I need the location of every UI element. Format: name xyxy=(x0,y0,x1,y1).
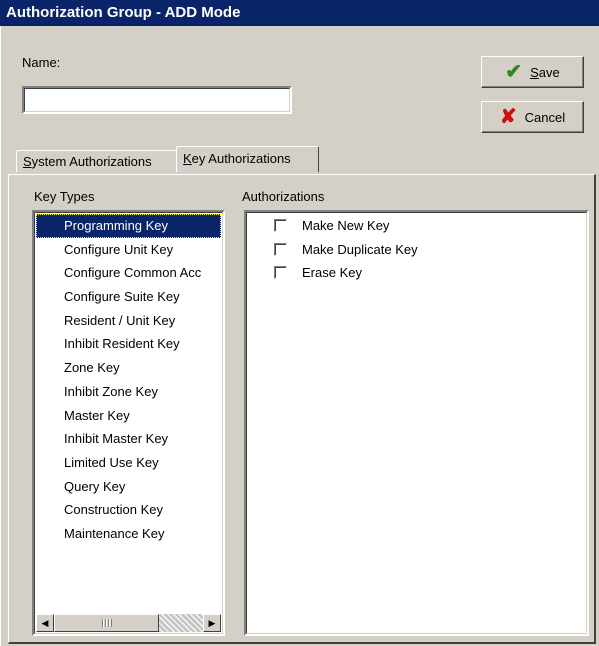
checkbox[interactable] xyxy=(274,266,287,280)
list-item[interactable]: Resident / Unit Key xyxy=(36,309,221,333)
checkbox-label: Make Duplicate Key xyxy=(302,241,418,257)
checkbox-label: Make New Key xyxy=(302,218,390,233)
tab-panel: Key Types Authorizations Programming Key… xyxy=(8,174,596,644)
window-border xyxy=(0,26,4,646)
list-item[interactable]: Configure Suite Key xyxy=(36,285,221,309)
save-button[interactable]: ✔ Save xyxy=(481,56,584,88)
x-icon: ✘ xyxy=(499,106,517,128)
list-item[interactable]: Construction Key xyxy=(36,498,221,522)
save-label: Save xyxy=(530,64,560,80)
list-item[interactable]: Inhibit Master Key xyxy=(36,427,221,451)
list-item[interactable]: Maintenance Key xyxy=(36,522,221,546)
checkbox[interactable] xyxy=(274,219,287,233)
tab-system-authorizations[interactable]: System Authorizations xyxy=(16,150,178,172)
key-types-items: Programming Key Configure Unit Key Confi… xyxy=(36,214,221,546)
tab-key-authorizations[interactable]: Key Authorizations xyxy=(176,146,319,172)
name-input[interactable] xyxy=(22,86,292,114)
auth-make-duplicate-key[interactable]: Make Duplicate Key xyxy=(248,238,585,262)
list-item[interactable]: Query Key xyxy=(36,475,221,499)
list-item[interactable]: Inhibit Zone Key xyxy=(36,380,221,404)
checkbox-label: Erase Key xyxy=(302,265,362,280)
list-item[interactable]: Configure Common Acc xyxy=(36,261,221,285)
authorizations-items: Make New Key Make Duplicate Key Erase Ke… xyxy=(248,214,585,285)
grip-icon xyxy=(101,619,112,627)
checkmark-icon: ✔ xyxy=(505,61,523,83)
auth-erase-key[interactable]: Erase Key xyxy=(248,261,585,285)
key-types-header: Key Types xyxy=(34,189,95,204)
scroll-thumb[interactable] xyxy=(54,614,159,632)
horizontal-scrollbar[interactable]: ◀ ▶ xyxy=(36,614,221,632)
cancel-label: Cancel xyxy=(524,109,566,125)
checkbox[interactable] xyxy=(274,242,287,256)
list-item[interactable]: Programming Key xyxy=(36,214,221,238)
window-title: Authorization Group - ADD Mode xyxy=(0,0,599,26)
scroll-left-icon[interactable]: ◀ xyxy=(36,614,54,632)
name-label: Name: xyxy=(22,55,61,70)
list-item[interactable]: Master Key xyxy=(36,404,221,428)
list-item[interactable]: Zone Key xyxy=(36,356,221,380)
list-item[interactable]: Limited Use Key xyxy=(36,451,221,475)
list-item[interactable]: Inhibit Resident Key xyxy=(36,332,221,356)
authorizations-list[interactable]: Make New Key Make Duplicate Key Erase Ke… xyxy=(244,210,589,636)
scroll-track[interactable] xyxy=(54,614,203,632)
name-field[interactable] xyxy=(26,90,288,110)
auth-make-new-key[interactable]: Make New Key xyxy=(248,214,585,238)
scroll-right-icon[interactable]: ▶ xyxy=(203,614,221,632)
cancel-button[interactable]: ✘ Cancel xyxy=(481,101,584,133)
authorizations-header: Authorizations xyxy=(242,189,325,204)
key-types-list[interactable]: Programming Key Configure Unit Key Confi… xyxy=(32,210,225,636)
list-item[interactable]: Configure Unit Key xyxy=(36,238,221,262)
